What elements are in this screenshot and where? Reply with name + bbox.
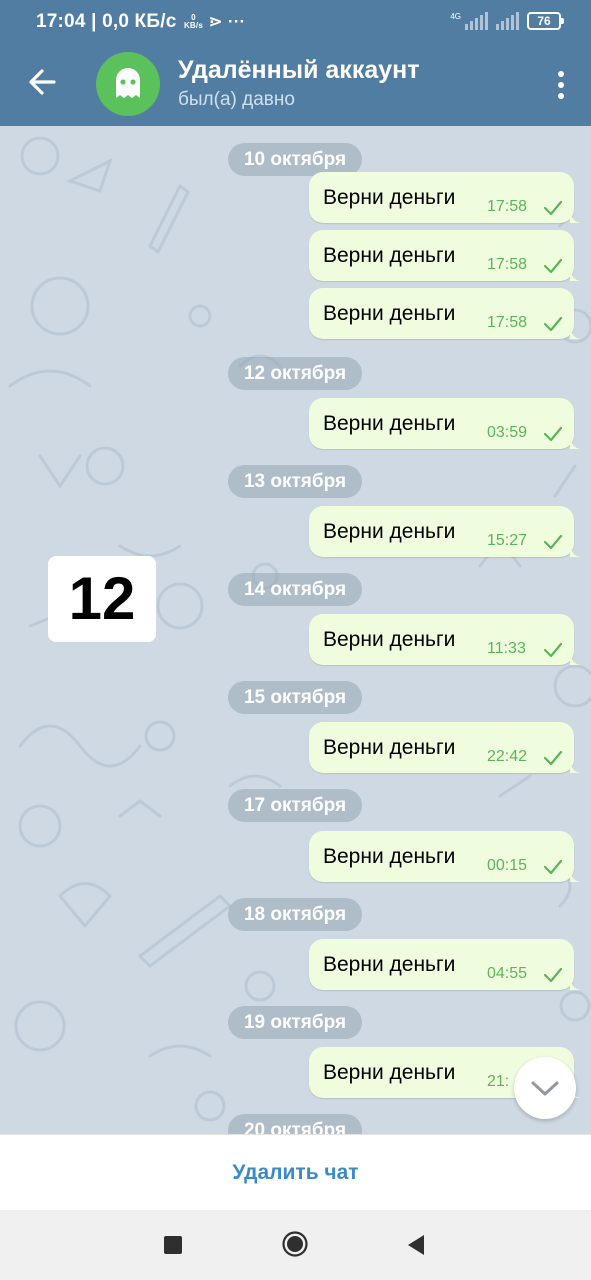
back-button[interactable] [406,1234,426,1256]
bubble-tail [570,327,582,339]
date-separator: 19 октября [228,1006,362,1039]
date-separator: 17 октября [228,789,362,822]
outgoing-message[interactable]: Верни деньги 00:15 [309,831,582,882]
message-time: 17:58 [487,198,528,215]
sent-check-icon [543,200,563,216]
chat-footer: Удалить чат [0,1134,591,1211]
scroll-down-button[interactable] [514,1057,576,1119]
outgoing-message[interactable]: Верни деньги 17:58 [309,288,582,339]
sent-check-icon [543,967,563,983]
message-text: Верни деньги [323,736,456,759]
recents-button[interactable] [164,1236,182,1254]
status-bar: 17:04 | 0,0 КБ/с 0 KB/s ⋗ ··· 4G 76 [0,0,591,42]
chat-header: Удалённый аккаунт был(а) давно [0,42,591,126]
sent-check-icon [543,750,563,766]
sent-check-icon [543,258,563,274]
back-arrow-icon[interactable] [24,64,60,100]
signal-icon-2 [496,12,519,30]
bubble-tail [570,269,582,281]
chat-area[interactable]: 10 октября Верни деньги 17:58 Верни деньги 1… [0,126,591,1134]
message-time: 00:15 [487,857,528,874]
outgoing-message[interactable]: Верни деньги 22:42 [309,722,582,773]
message-time: 15:27 [487,532,528,549]
message-text: Верни деньги [323,302,456,325]
battery-icon: 76 [527,12,564,30]
delete-chat-button[interactable]: Удалить чат [0,1161,591,1185]
message-text: Верни деньги [323,953,456,976]
sent-check-icon [543,859,563,875]
message-text: Верни деньги [323,1061,456,1084]
date-separator: 12 октября [228,357,362,390]
message-time: 17:58 [487,314,528,331]
bubble-tail [570,545,582,557]
status-kbs: 0 KB/s [183,13,203,30]
outgoing-message[interactable]: Верни деньги 03:59 [309,398,582,449]
message-text: Верни деньги [323,628,456,651]
message-text: Верни деньги [323,412,456,435]
sent-check-icon [543,316,563,332]
sent-check-icon [543,642,563,658]
message-time: 11:33 [487,640,526,657]
bubble-tail [570,978,582,990]
network-type: 4G [450,12,461,21]
home-button[interactable] [282,1231,308,1257]
more-menu-icon[interactable] [557,70,565,100]
message-text: Верни деньги [323,244,456,267]
message-text: Верни деньги [323,845,456,868]
message-time: 21: [487,1073,510,1090]
status-time-speed: 17:04 | 0,0 КБ/с [36,11,177,32]
outgoing-message[interactable]: Верни деньги 17:58 [309,230,582,281]
sent-check-icon [543,426,563,442]
date-separator: 14 октября [228,573,362,606]
avatar[interactable] [96,52,160,116]
date-separator: 15 октября [228,681,362,714]
bubble-tail [570,211,582,223]
date-separator: 20 октября [228,1114,362,1134]
status-left: 17:04 | 0,0 КБ/с 0 KB/s ⋗ ··· [36,11,245,33]
date-separator: 18 октября [228,898,362,931]
message-time: 04:55 [487,965,528,982]
date-separator: 13 октября [228,465,362,498]
outgoing-message[interactable]: Верни деньги 17:58 [309,172,582,223]
kbs-unit: KB/s [183,20,203,30]
chevron-down-icon [531,1081,559,1096]
signal-icon [465,12,488,30]
message-text: Верни деньги [323,520,456,543]
bubble-tail [570,870,582,882]
chat-title[interactable]: Удалённый аккаунт [178,56,419,85]
bubble-tail [570,653,582,665]
message-text: Верни деньги [323,186,456,209]
sent-check-icon [543,534,563,550]
outgoing-message[interactable]: Верни деньги 04:55 [309,939,582,990]
status-extra-icons: ⋗ ··· [208,12,246,31]
message-time: 03:59 [487,424,528,441]
overlay-counter: 12 [48,556,156,642]
bubble-tail [570,761,582,773]
system-nav-bar [0,1210,591,1280]
status-right: 4G 76 [450,12,564,30]
outgoing-message[interactable]: Верни деньги 11:33 [309,614,582,665]
outgoing-message[interactable]: Верни деньги 15:27 [309,506,582,557]
bubble-tail [570,437,582,449]
message-time: 22:42 [487,748,528,765]
last-seen-status: был(а) давно [178,89,295,110]
message-time: 17:58 [487,256,528,273]
ghost-icon [116,68,140,98]
